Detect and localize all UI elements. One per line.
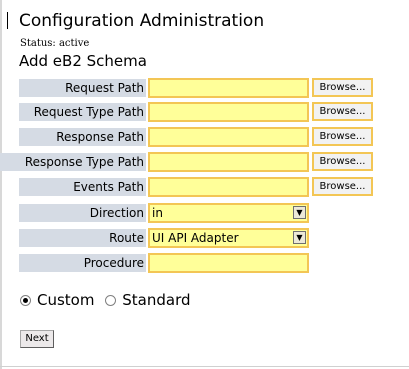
page-bottom-line: [0, 366, 409, 367]
response-type-path-input[interactable]: [148, 152, 309, 172]
response-path-input[interactable]: [148, 127, 309, 147]
procedure-input[interactable]: [148, 253, 309, 273]
page-left-marker: [7, 12, 8, 29]
request-type-path-browse-button[interactable]: Browse...: [312, 102, 373, 121]
standard-radio-option[interactable]: Standard: [105, 290, 191, 310]
page-title: Configuration Administration: [19, 11, 265, 31]
procedure-label: Procedure: [19, 254, 146, 272]
route-select[interactable]: UI API Adapter ▼: [148, 228, 309, 248]
events-path-input[interactable]: [148, 177, 309, 197]
direction-select-value: in: [152, 206, 163, 220]
route-select-value: UI API Adapter: [152, 231, 239, 245]
direction-label: Direction: [19, 204, 146, 222]
custom-radio-label: Custom: [37, 291, 95, 309]
response-path-label: Response Path: [19, 128, 146, 146]
request-type-path-input[interactable]: [148, 102, 309, 122]
request-path-label: Request Path: [19, 79, 146, 97]
response-path-browse-button[interactable]: Browse...: [312, 127, 373, 146]
route-label: Route: [19, 229, 146, 247]
response-type-path-label: Response Type Path: [0, 153, 146, 171]
request-path-browse-button[interactable]: Browse...: [312, 78, 373, 97]
chevron-down-icon[interactable]: ▼: [293, 231, 306, 244]
standard-radio[interactable]: [105, 295, 117, 306]
status-text: Status: active: [20, 38, 90, 49]
direction-select[interactable]: in ▼: [148, 203, 309, 223]
response-type-path-browse-button[interactable]: Browse...: [312, 152, 373, 171]
custom-radio-option[interactable]: Custom: [20, 290, 94, 310]
custom-radio[interactable]: [20, 295, 31, 306]
standard-radio-label: Standard: [122, 291, 191, 309]
page-left-edge: [0, 0, 2, 369]
section-title: Add eB2 Schema: [19, 52, 147, 70]
events-path-label: Events Path: [19, 178, 146, 196]
events-path-browse-button[interactable]: Browse...: [312, 177, 373, 196]
next-button[interactable]: Next: [20, 330, 54, 348]
chevron-down-icon[interactable]: ▼: [293, 206, 306, 219]
request-path-input[interactable]: [148, 78, 309, 98]
request-type-path-label: Request Type Path: [19, 103, 146, 121]
schema-mode-radio-group: Custom Standard: [20, 290, 197, 310]
